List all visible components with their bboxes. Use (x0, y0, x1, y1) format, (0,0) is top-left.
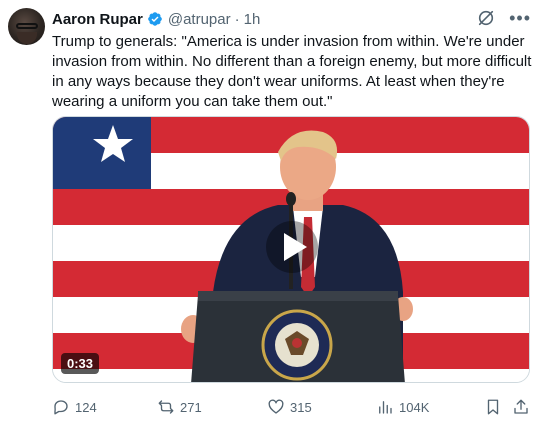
like-count: 315 (290, 399, 312, 415)
heart-icon (268, 399, 284, 414)
views-icon (379, 401, 392, 414)
avatar-glasses (16, 23, 38, 29)
views-count: 104K (399, 399, 430, 415)
tweet-header: Aaron Rupar @atrupar · 1h ••• (52, 9, 531, 29)
author-name[interactable]: Aaron Rupar (52, 11, 143, 28)
verified-badge-icon (148, 12, 162, 26)
play-icon (266, 221, 318, 273)
action-bar: 124 271 315 104K (52, 398, 530, 420)
repost-count: 271 (180, 399, 202, 415)
more-icon[interactable]: ••• (509, 9, 531, 27)
reply-icon (54, 400, 68, 415)
video-frame (53, 117, 529, 382)
tweet-text: Trump to generals: "America is under inv… (52, 33, 532, 110)
separator-dot: · (234, 10, 240, 28)
video-duration: 0:33 (61, 353, 100, 374)
tweet-time[interactable]: 1h (244, 11, 261, 28)
reply-button[interactable]: 124 (52, 398, 97, 416)
reply-count: 124 (75, 399, 97, 415)
presidential-seal-icon (261, 309, 333, 381)
views-button[interactable]: 104K (376, 398, 429, 416)
share-button[interactable] (512, 398, 535, 416)
header-actions: ••• (477, 9, 531, 27)
avatar[interactable] (8, 8, 45, 45)
share-icon (514, 399, 528, 414)
repost-button[interactable]: 271 (157, 398, 202, 416)
repost-icon (158, 400, 174, 414)
avatar-beard (17, 32, 37, 44)
grok-icon[interactable] (477, 9, 495, 27)
like-button[interactable]: 315 (267, 398, 312, 416)
author-handle[interactable]: @atrupar (168, 11, 231, 28)
video-player[interactable]: 0:33 (52, 116, 530, 383)
bookmark-button[interactable] (484, 398, 507, 416)
bookmark-icon (487, 399, 499, 415)
